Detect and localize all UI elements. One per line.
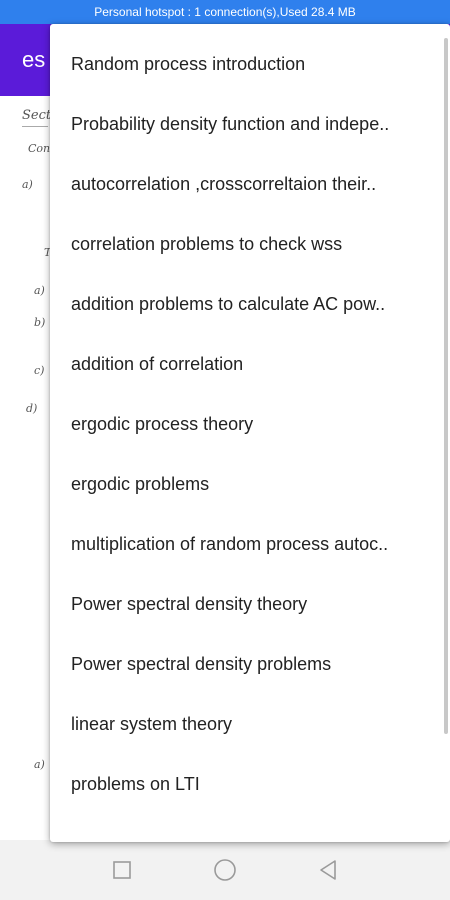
menu-item[interactable]: Probability density function and indepe.… xyxy=(50,94,450,154)
handwritten-note: d) xyxy=(26,402,38,415)
back-button[interactable] xyxy=(308,850,348,890)
menu-item-label: linear system theory xyxy=(71,713,233,734)
home-button[interactable] xyxy=(205,850,245,890)
handwritten-note: a) xyxy=(34,758,45,771)
divider xyxy=(22,126,48,127)
menu-item[interactable]: Power spectral density theory xyxy=(50,574,450,634)
recent-apps-button[interactable] xyxy=(102,850,142,890)
menu-item-label: correlation problems to check wss xyxy=(71,233,343,254)
menu-item[interactable]: Power spectral density problems xyxy=(50,634,450,694)
menu-item[interactable]: addition of correlation xyxy=(50,334,450,394)
handwritten-note: a) xyxy=(22,178,33,191)
handwritten-note: Sect xyxy=(22,108,52,123)
menu-item-label: addition of correlation xyxy=(71,353,244,374)
menu-item[interactable]: Random process introduction xyxy=(50,34,450,94)
menu-item-label: Power spectral density theory xyxy=(71,593,308,614)
menu-item-label: multiplication of random process autoc.. xyxy=(71,533,389,554)
menu-item[interactable]: multiplication of random process autoc.. xyxy=(50,514,450,574)
menu-item-label: problems on LTI xyxy=(71,773,200,794)
menu-item-label: ergodic process theory xyxy=(71,413,254,434)
status-text: Personal hotspot : 1 connection(s),Used … xyxy=(94,5,356,19)
square-icon xyxy=(112,861,131,879)
menu-item[interactable]: linear system theory xyxy=(50,694,450,754)
scrollbar[interactable] xyxy=(444,38,448,734)
menu-item-label: Power spectral density problems xyxy=(71,653,332,674)
menu-item[interactable]: autocorrelation ,crosscorreltaion their.… xyxy=(50,154,450,214)
status-bar: Personal hotspot : 1 connection(s),Used … xyxy=(0,0,450,24)
menu-item-label: ergodic problems xyxy=(71,473,210,494)
menu-item-label: addition problems to calculate AC pow.. xyxy=(71,293,386,314)
dropdown-menu: Random process introduction Probability … xyxy=(50,24,450,842)
circle-icon xyxy=(214,859,236,881)
menu-item-label: Random process introduction xyxy=(71,53,306,74)
menu-item-label: Probability density function and indepe.… xyxy=(71,113,390,134)
menu-item[interactable]: ergodic process theory xyxy=(50,394,450,454)
menu-item[interactable]: correlation problems to check wss xyxy=(50,214,450,274)
menu-item[interactable]: ergodic problems xyxy=(50,454,450,514)
menu-item-label: autocorrelation ,crosscorreltaion their.… xyxy=(71,173,377,194)
triangle-back-icon xyxy=(320,860,337,880)
menu-item[interactable]: addition problems to calculate AC pow.. xyxy=(50,274,450,334)
handwritten-note: c) xyxy=(34,364,45,377)
app-title: es xyxy=(22,47,46,72)
handwritten-note: b) xyxy=(34,316,46,329)
handwritten-note: a) xyxy=(34,284,45,297)
menu-item[interactable]: problems on LTI xyxy=(50,754,450,814)
navigation-bar xyxy=(0,840,450,900)
